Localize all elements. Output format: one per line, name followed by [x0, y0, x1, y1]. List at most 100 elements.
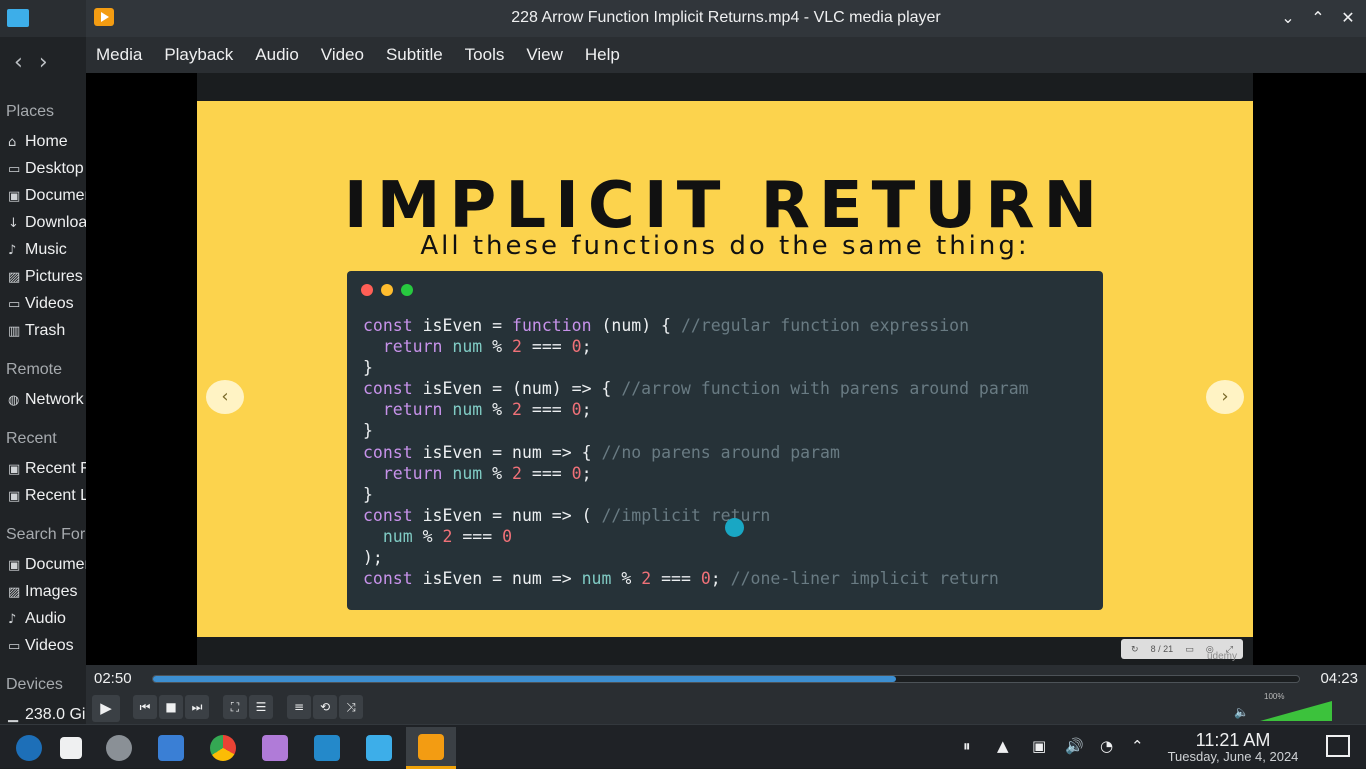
pictures-icon: ▨ [8, 270, 21, 285]
file-manager-titlebar [0, 0, 86, 37]
devices-item-label: 238.0 GiB [25, 706, 86, 723]
taskbar-overview[interactable] [46, 727, 96, 769]
taskbar-vscode[interactable] [302, 727, 352, 769]
fullscreen-button[interactable]: ⛶ [223, 695, 247, 719]
loop-button[interactable]: ⟲ [313, 695, 337, 719]
places-item[interactable]: ▥ Trash [0, 317, 86, 344]
search-item[interactable]: ♪ Audio [0, 605, 86, 632]
menu-video[interactable]: Video [321, 45, 364, 65]
previous-button[interactable]: ⏮ [133, 695, 157, 719]
next-button[interactable]: ⏭ [185, 695, 209, 719]
shuffle-button[interactable]: ⤨ [339, 695, 363, 719]
extended-settings-button[interactable]: ☰ [249, 695, 273, 719]
search-item-label: Videos [25, 637, 74, 654]
taskbar: ⏸ ▲ ▣ 🔊 ◔ ⌃ 11:21 AM Tuesday, June 4, 20… [0, 724, 1366, 769]
places-item-label: Downloads [25, 214, 86, 231]
close-icon[interactable]: ✕ [1337, 6, 1359, 30]
menu-tools[interactable]: Tools [465, 45, 505, 65]
menu-audio[interactable]: Audio [255, 45, 298, 65]
places-item[interactable]: ⌂ Home [0, 128, 86, 155]
chevron-up-icon[interactable]: ⌃ [1131, 737, 1144, 755]
taskbar-vlc[interactable] [406, 727, 456, 769]
recent-files-icon: ▣ [8, 462, 21, 477]
elapsed-time[interactable]: 02:50 [94, 670, 132, 687]
video-area[interactable]: IMPLICIT RETURN All these functions do t… [86, 73, 1366, 665]
menu-media[interactable]: Media [96, 45, 142, 65]
red-dot-icon [361, 284, 373, 296]
places-item[interactable]: ▭ Desktop [0, 155, 86, 182]
volume-slider[interactable]: 🔈 100% [1234, 692, 1342, 721]
menu-bar: Media Playback Audio Video Subtitle Tools View… [86, 37, 1366, 73]
places-item[interactable]: ▭ Videos [0, 290, 86, 317]
skip-forward-icon: ⏭ [191, 700, 203, 714]
documents-icon: ▣ [8, 558, 21, 573]
file-manager-nav: ‹ › [14, 50, 64, 75]
overview-icon [60, 737, 82, 759]
cursor-highlight [725, 518, 744, 537]
code-window: const isEven = function (num) { //regula… [347, 271, 1103, 610]
menu-help[interactable]: Help [585, 45, 620, 65]
taskbar-settings[interactable] [94, 727, 144, 769]
show-desktop-icon[interactable] [1326, 735, 1350, 757]
taskbar-chrome[interactable] [198, 727, 248, 769]
volume-icon[interactable]: 🔊 [1065, 737, 1084, 755]
devices-item[interactable]: ▁ 238.0 GiB [0, 701, 86, 724]
search-item[interactable]: ▣ Documents [0, 551, 86, 578]
remote-item[interactable]: ◍ Network [0, 386, 86, 413]
places-item[interactable]: ▣ Documents [0, 182, 86, 209]
minimize-icon[interactable]: ⌄ [1277, 6, 1299, 30]
recent-item[interactable]: ▣ Recent Files [0, 455, 86, 482]
menu-playback[interactable]: Playback [164, 45, 233, 65]
search-item-label: Documents [25, 556, 86, 573]
notes-icon[interactable]: ▣ [1032, 737, 1046, 755]
slide-next-icon[interactable]: › [1206, 380, 1244, 414]
maximize-icon[interactable]: ⌃ [1307, 6, 1329, 30]
recent-locations-icon: ▣ [8, 489, 21, 504]
places-item[interactable]: ♪ Music [0, 236, 86, 263]
total-time[interactable]: 04:23 [1320, 670, 1358, 687]
devices-header: Devices [6, 676, 63, 693]
music-icon: ♪ [8, 243, 17, 258]
network-icon[interactable]: ◔ [1100, 737, 1113, 755]
menu-subtitle[interactable]: Subtitle [386, 45, 443, 65]
vlc-tray-icon[interactable]: ▲ [997, 737, 1009, 755]
playlist-button[interactable]: ≡ [287, 695, 311, 719]
clock-time[interactable]: 11:21 AM [1162, 730, 1304, 751]
places-item-label: Pictures [25, 268, 83, 285]
slide-prev-icon[interactable]: ‹ [206, 380, 244, 414]
places-item-label: Videos [25, 295, 74, 312]
fullscreen-icon: ⛶ [230, 700, 240, 714]
search-item[interactable]: ▨ Images [0, 578, 86, 605]
search-item-label: Audio [25, 610, 66, 627]
places-item[interactable]: ▨ Pictures [0, 263, 86, 290]
downloads-icon: ↓ [8, 216, 19, 231]
vlc-titlebar: 228 Arrow Function Implicit Returns.mp4 … [86, 0, 1366, 37]
back-icon[interactable]: ‹ [14, 50, 23, 75]
pause-icon[interactable]: ⏸ [963, 737, 971, 755]
places-item-label: Trash [25, 322, 66, 339]
search-item[interactable]: ▭ Videos [0, 632, 86, 659]
places-panel: Places ⌂ Home ▭ Desktop ▣ Documents ↓ Downloads… [0, 97, 86, 724]
slide-subtitle: All these functions do the same thing: [420, 231, 1030, 261]
search-item-label: Images [25, 583, 78, 600]
audio-icon: ♪ [8, 612, 17, 627]
screenshot-icon [262, 735, 288, 761]
seek-slider[interactable] [152, 675, 1300, 683]
documents-icon: ▣ [8, 189, 21, 204]
clock-date[interactable]: Tuesday, June 4, 2024 [1162, 749, 1304, 764]
stop-button[interactable]: ■ [159, 695, 183, 719]
play-button[interactable]: ▶ [92, 695, 120, 722]
recent-item[interactable]: ▣ Recent Locations [0, 482, 86, 509]
speaker-icon[interactable]: 🔈 [1234, 705, 1249, 719]
vscode-icon [314, 735, 340, 761]
places-item[interactable]: ↓ Downloads [0, 209, 86, 236]
menu-view[interactable]: View [526, 45, 563, 65]
places-item-label: Documents [25, 187, 86, 204]
taskbar-file-manager[interactable] [354, 727, 404, 769]
forward-icon[interactable]: › [39, 50, 48, 75]
taskbar-screenshot[interactable] [250, 727, 300, 769]
green-dot-icon [401, 284, 413, 296]
volume-level [1260, 701, 1332, 721]
shuffle-icon: ⤨ [346, 700, 356, 714]
taskbar-store[interactable] [146, 727, 196, 769]
